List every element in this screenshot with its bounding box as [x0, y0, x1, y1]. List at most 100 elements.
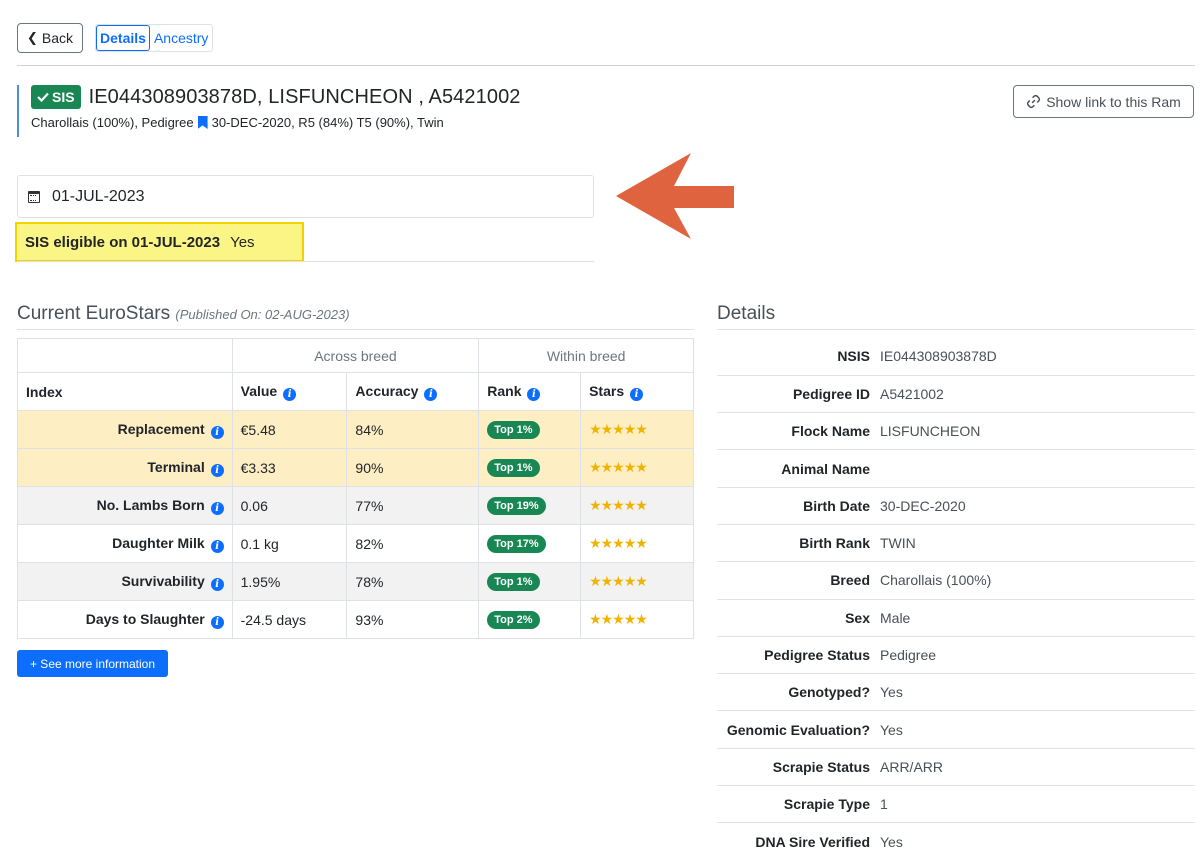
- details-value: Charollais (100%): [875, 561, 1195, 600]
- accuracy-cell: 84%: [346, 410, 480, 449]
- details-row: Birth Date 30-DEC-2020: [717, 487, 1195, 525]
- details-value: 1: [875, 785, 1195, 824]
- rank-cell: Top 17%: [478, 524, 582, 563]
- show-link-button[interactable]: Show link to this Ram: [1013, 85, 1194, 118]
- details-value: Yes: [875, 673, 1195, 712]
- col-stars: Stars i: [580, 372, 694, 411]
- stars-cell: ★★★★★: [580, 486, 694, 525]
- tab-group: Details Ancestry: [95, 24, 214, 52]
- accuracy-cell: 93%: [346, 600, 480, 639]
- animal-subtitle: Charollais (100%), Pedigree 30-DEC-2020,…: [31, 115, 617, 130]
- info-icon[interactable]: i: [424, 387, 438, 401]
- stars-cell: ★★★★★: [580, 524, 694, 563]
- stars-cell: ★★★★★: [580, 448, 694, 487]
- info-icon[interactable]: i: [210, 615, 224, 629]
- details-value: Pedigree: [875, 636, 1195, 675]
- details-key: Pedigree Status: [717, 636, 875, 675]
- details-row: Sex Male: [717, 599, 1195, 637]
- value-cell: 1.95%: [231, 562, 348, 601]
- index-cell: Replacement i: [17, 410, 233, 449]
- index-label: Terminal: [147, 458, 205, 475]
- info-icon[interactable]: i: [210, 463, 224, 477]
- details-row: Pedigree Status Pedigree: [717, 636, 1195, 675]
- index-cell: Survivability i: [17, 562, 233, 601]
- back-label: Back: [41, 30, 74, 46]
- back-button[interactable]: ❮ Back: [17, 23, 84, 53]
- table-header: Index Value i Accuracy i Rank i Stars i: [17, 372, 694, 411]
- stars-rating: ★★★★★: [589, 611, 648, 627]
- stars-rating: ★★★★★: [589, 459, 648, 475]
- details-row: Scrapie Status ARR/ARR: [717, 748, 1195, 787]
- rank-badge: Top 1%: [487, 573, 540, 591]
- col-rank-label: Rank: [487, 382, 522, 399]
- details-value: Yes: [875, 710, 1195, 749]
- details-row: Birth Rank TWIN: [717, 524, 1195, 563]
- info-icon[interactable]: i: [210, 539, 224, 553]
- rank-badge: Top 1%: [487, 421, 540, 439]
- divider: [17, 65, 1195, 66]
- details-key: Birth Rank: [717, 524, 875, 563]
- value-cell: €3.33: [231, 448, 348, 487]
- show-link-label: Show link to this Ram: [1046, 93, 1181, 110]
- details-key: Flock Name: [717, 412, 875, 451]
- rank-badge: Top 2%: [487, 611, 540, 629]
- details-key: Genotyped?: [717, 673, 875, 712]
- table-row: No. Lambs Born i 0.06 77% Top 19% ★★★★★: [17, 486, 694, 525]
- details-key: Animal Name: [717, 449, 875, 488]
- details-value: ARR/ARR: [875, 748, 1195, 787]
- value-cell: -24.5 days: [231, 600, 348, 639]
- index-cell: Days to Slaughter i: [17, 600, 233, 639]
- sis-eligibility: SIS eligible on 01-JUL-2023 Yes: [15, 222, 304, 262]
- accuracy-cell: 82%: [346, 524, 480, 563]
- index-label: No. Lambs Born: [96, 496, 205, 513]
- info-icon[interactable]: i: [210, 577, 224, 591]
- top-nav: ❮ Back Details Ancestry: [17, 23, 214, 53]
- rank-cell: Top 1%: [478, 410, 582, 449]
- details-row: Breed Charollais (100%): [717, 561, 1195, 600]
- info-icon[interactable]: i: [210, 501, 224, 515]
- col-index: Index: [17, 372, 233, 411]
- animal-header: SIS IE044308903878D, LISFUNCHEON , A5421…: [17, 85, 617, 137]
- page-title: IE044308903878D, LISFUNCHEON , A5421002: [88, 85, 521, 108]
- col-stars-label: Stars: [589, 382, 625, 399]
- subtitle-birth: 30-DEC-2020, R5 (84%) T5 (90%), Twin: [211, 115, 444, 130]
- details-row: Animal Name: [717, 449, 1195, 488]
- arrow-left-icon: [616, 153, 734, 239]
- date-value: 01-JUL-2023: [52, 187, 145, 205]
- info-icon[interactable]: i: [210, 425, 224, 439]
- sis-badge-label: SIS: [52, 89, 75, 105]
- divider: [17, 329, 694, 330]
- rank-badge: Top 1%: [487, 459, 540, 477]
- col-value: Value i: [231, 372, 348, 411]
- stars-cell: ★★★★★: [580, 600, 694, 639]
- table-row: Days to Slaughter i -24.5 days 93% Top 2…: [17, 600, 694, 639]
- info-icon[interactable]: i: [527, 387, 541, 401]
- link-icon: [1027, 94, 1041, 109]
- rank-cell: Top 1%: [478, 448, 582, 487]
- details-key: Sex: [717, 599, 875, 637]
- stars-rating: ★★★★★: [589, 573, 648, 589]
- info-icon[interactable]: i: [630, 387, 643, 401]
- details-value: 30-DEC-2020: [875, 487, 1195, 525]
- table-row: Terminal i €3.33 90% Top 1% ★★★★★: [17, 448, 694, 487]
- details-row: Scrapie Type 1: [717, 785, 1195, 824]
- date-input[interactable]: 01-JUL-2023: [17, 175, 594, 218]
- details-key: Scrapie Status: [717, 748, 875, 787]
- accuracy-cell: 78%: [346, 562, 480, 601]
- details-key: Pedigree ID: [717, 375, 875, 414]
- details-key: NSIS: [717, 338, 875, 376]
- see-more-button[interactable]: + See more information: [17, 650, 168, 677]
- details-row: Genomic Evaluation? Yes: [717, 710, 1195, 749]
- details-value: Male: [875, 599, 1195, 637]
- details-value: A5421002: [875, 375, 1195, 414]
- info-icon[interactable]: i: [283, 387, 297, 401]
- tab-details[interactable]: Details: [96, 25, 150, 51]
- within-breed-header: Within breed: [478, 338, 694, 373]
- index-cell: Terminal i: [17, 448, 233, 487]
- eurostars-table: Across breed Within breed Index Value i …: [17, 338, 694, 639]
- table-group-header: Across breed Within breed: [17, 338, 694, 373]
- details-value: [875, 449, 1195, 488]
- table-row: Replacement i €5.48 84% Top 1% ★★★★★: [17, 410, 694, 449]
- details-key: Birth Date: [717, 487, 875, 525]
- tab-ancestry[interactable]: Ancestry: [150, 25, 212, 51]
